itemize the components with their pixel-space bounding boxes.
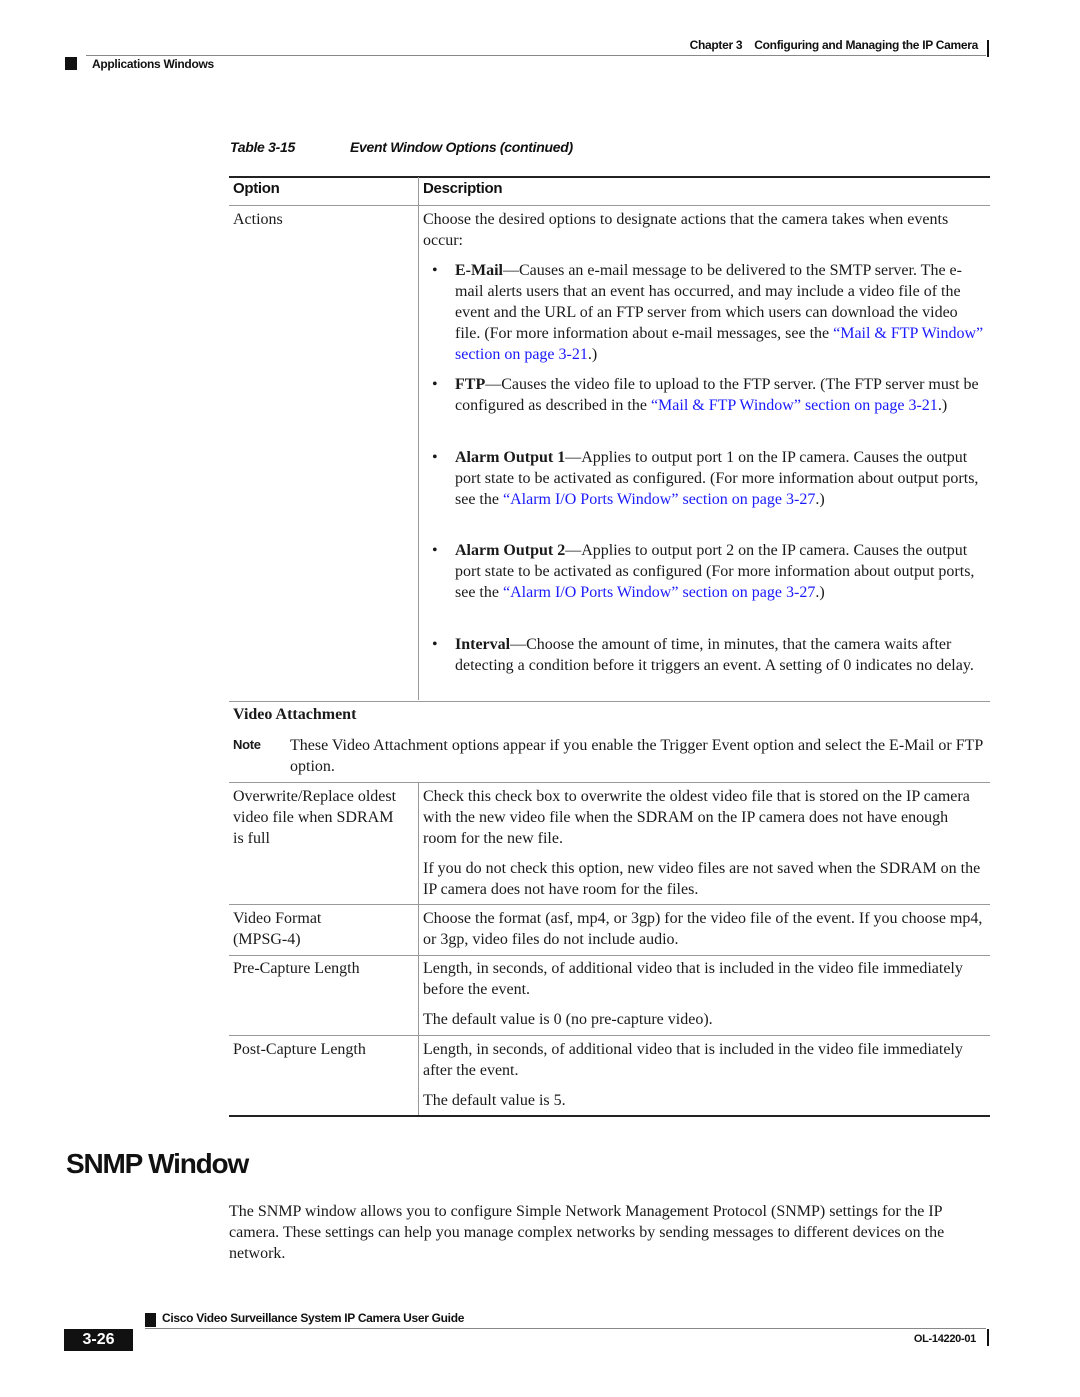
actions-intro: Choose the desired options to designate …	[423, 211, 949, 249]
description-paragraph: The default value is 5.	[423, 1092, 566, 1109]
description-paragraph: The default value is 0 (no pre-capture v…	[423, 1011, 713, 1028]
document-number: OL-14220-01	[913, 1333, 976, 1345]
page-number-badge: 3-26	[64, 1329, 133, 1351]
footer-bar-marker	[987, 1329, 989, 1346]
description-paragraph: If you do not check this option, new vid…	[423, 860, 981, 898]
option-actions: Actions	[233, 211, 283, 228]
note-text: These Video Attachment options appear if…	[290, 737, 983, 775]
description-paragraph: Choose the format (asf, mp4, or 3gp) for…	[423, 910, 983, 948]
row-rule	[229, 904, 990, 905]
header-rule	[86, 55, 986, 56]
bullet-term: Alarm Output 1	[455, 449, 566, 466]
running-header-chapter: Chapter 3 Configuring and Managing the IP…	[600, 38, 979, 52]
row-rule	[229, 782, 990, 783]
description-paragraph: Length, in seconds, of additional video …	[423, 1041, 963, 1079]
chapter-label: Chapter 3	[689, 38, 743, 52]
option-overwrite-replace: Overwrite/Replace oldest video file when…	[233, 788, 397, 847]
bullet-term: Interval	[455, 636, 511, 653]
bullet-icon: •	[432, 542, 438, 559]
bullet-tail: .)	[937, 397, 948, 414]
bullet-icon: •	[432, 636, 438, 653]
table-title: Event Window Options (continued)	[350, 139, 573, 155]
description-paragraph: Check this check box to overwrite the ol…	[423, 788, 970, 847]
bullet-tail: .)	[815, 584, 825, 601]
header-square-marker	[65, 57, 77, 70]
option-pre-capture-length: Pre-Capture Length	[233, 960, 360, 977]
xref-link-alarm-io[interactable]: “Alarm I/O Ports Window” section on page…	[503, 491, 815, 508]
column-divider	[418, 177, 419, 700]
header-row-rule	[229, 205, 990, 206]
footer-square-marker	[145, 1313, 156, 1327]
table-top-rule	[229, 176, 990, 178]
column-header-description: Description	[423, 180, 503, 197]
chapter-title: Configuring and Managing the IP Camera	[754, 38, 978, 52]
running-header-section: Applications Windows	[92, 57, 214, 71]
table-bottom-rule	[229, 1115, 990, 1117]
bullet-tail: .)	[815, 491, 825, 508]
header-bar-marker	[987, 40, 989, 57]
section-heading-snmp: SNMP Window	[66, 1148, 249, 1179]
bullet-icon: •	[432, 376, 438, 393]
xref-link-alarm-io[interactable]: “Alarm I/O Ports Window” section on page…	[503, 584, 815, 601]
option-video-format: Video Format (MPSG-4)	[233, 910, 322, 948]
bullet-text: —Choose the amount of time, in minutes, …	[455, 636, 974, 674]
note-label: Note	[233, 737, 261, 752]
table-number: Table 3-15	[230, 139, 295, 155]
bullet-tail: .)	[587, 346, 598, 363]
column-header-option: Option	[233, 180, 280, 197]
xref-link-mail-ftp[interactable]: “Mail & FTP Window” section on page 3-21	[651, 397, 938, 414]
option-post-capture-length: Post-Capture Length	[233, 1041, 366, 1058]
video-attachment-heading: Video Attachment	[233, 706, 357, 723]
footer-rule	[145, 1328, 986, 1329]
bullet-icon: •	[432, 262, 438, 279]
bullet-term: FTP	[455, 376, 486, 393]
column-divider	[418, 783, 419, 1116]
table-caption: Table 3-15 Event Window Options (continu…	[230, 139, 573, 155]
bullet-term: E-Mail	[455, 262, 503, 279]
row-rule	[229, 1035, 990, 1036]
snmp-body-paragraph: The SNMP window allows you to configure …	[229, 1203, 945, 1262]
footer-guide-title: Cisco Video Surveillance System IP Camer…	[162, 1311, 465, 1325]
bullet-icon: •	[432, 449, 438, 466]
description-paragraph: Length, in seconds, of additional video …	[423, 960, 963, 998]
row-rule	[229, 955, 990, 956]
row-rule	[229, 701, 990, 702]
bullet-term: Alarm Output 2	[455, 542, 566, 559]
